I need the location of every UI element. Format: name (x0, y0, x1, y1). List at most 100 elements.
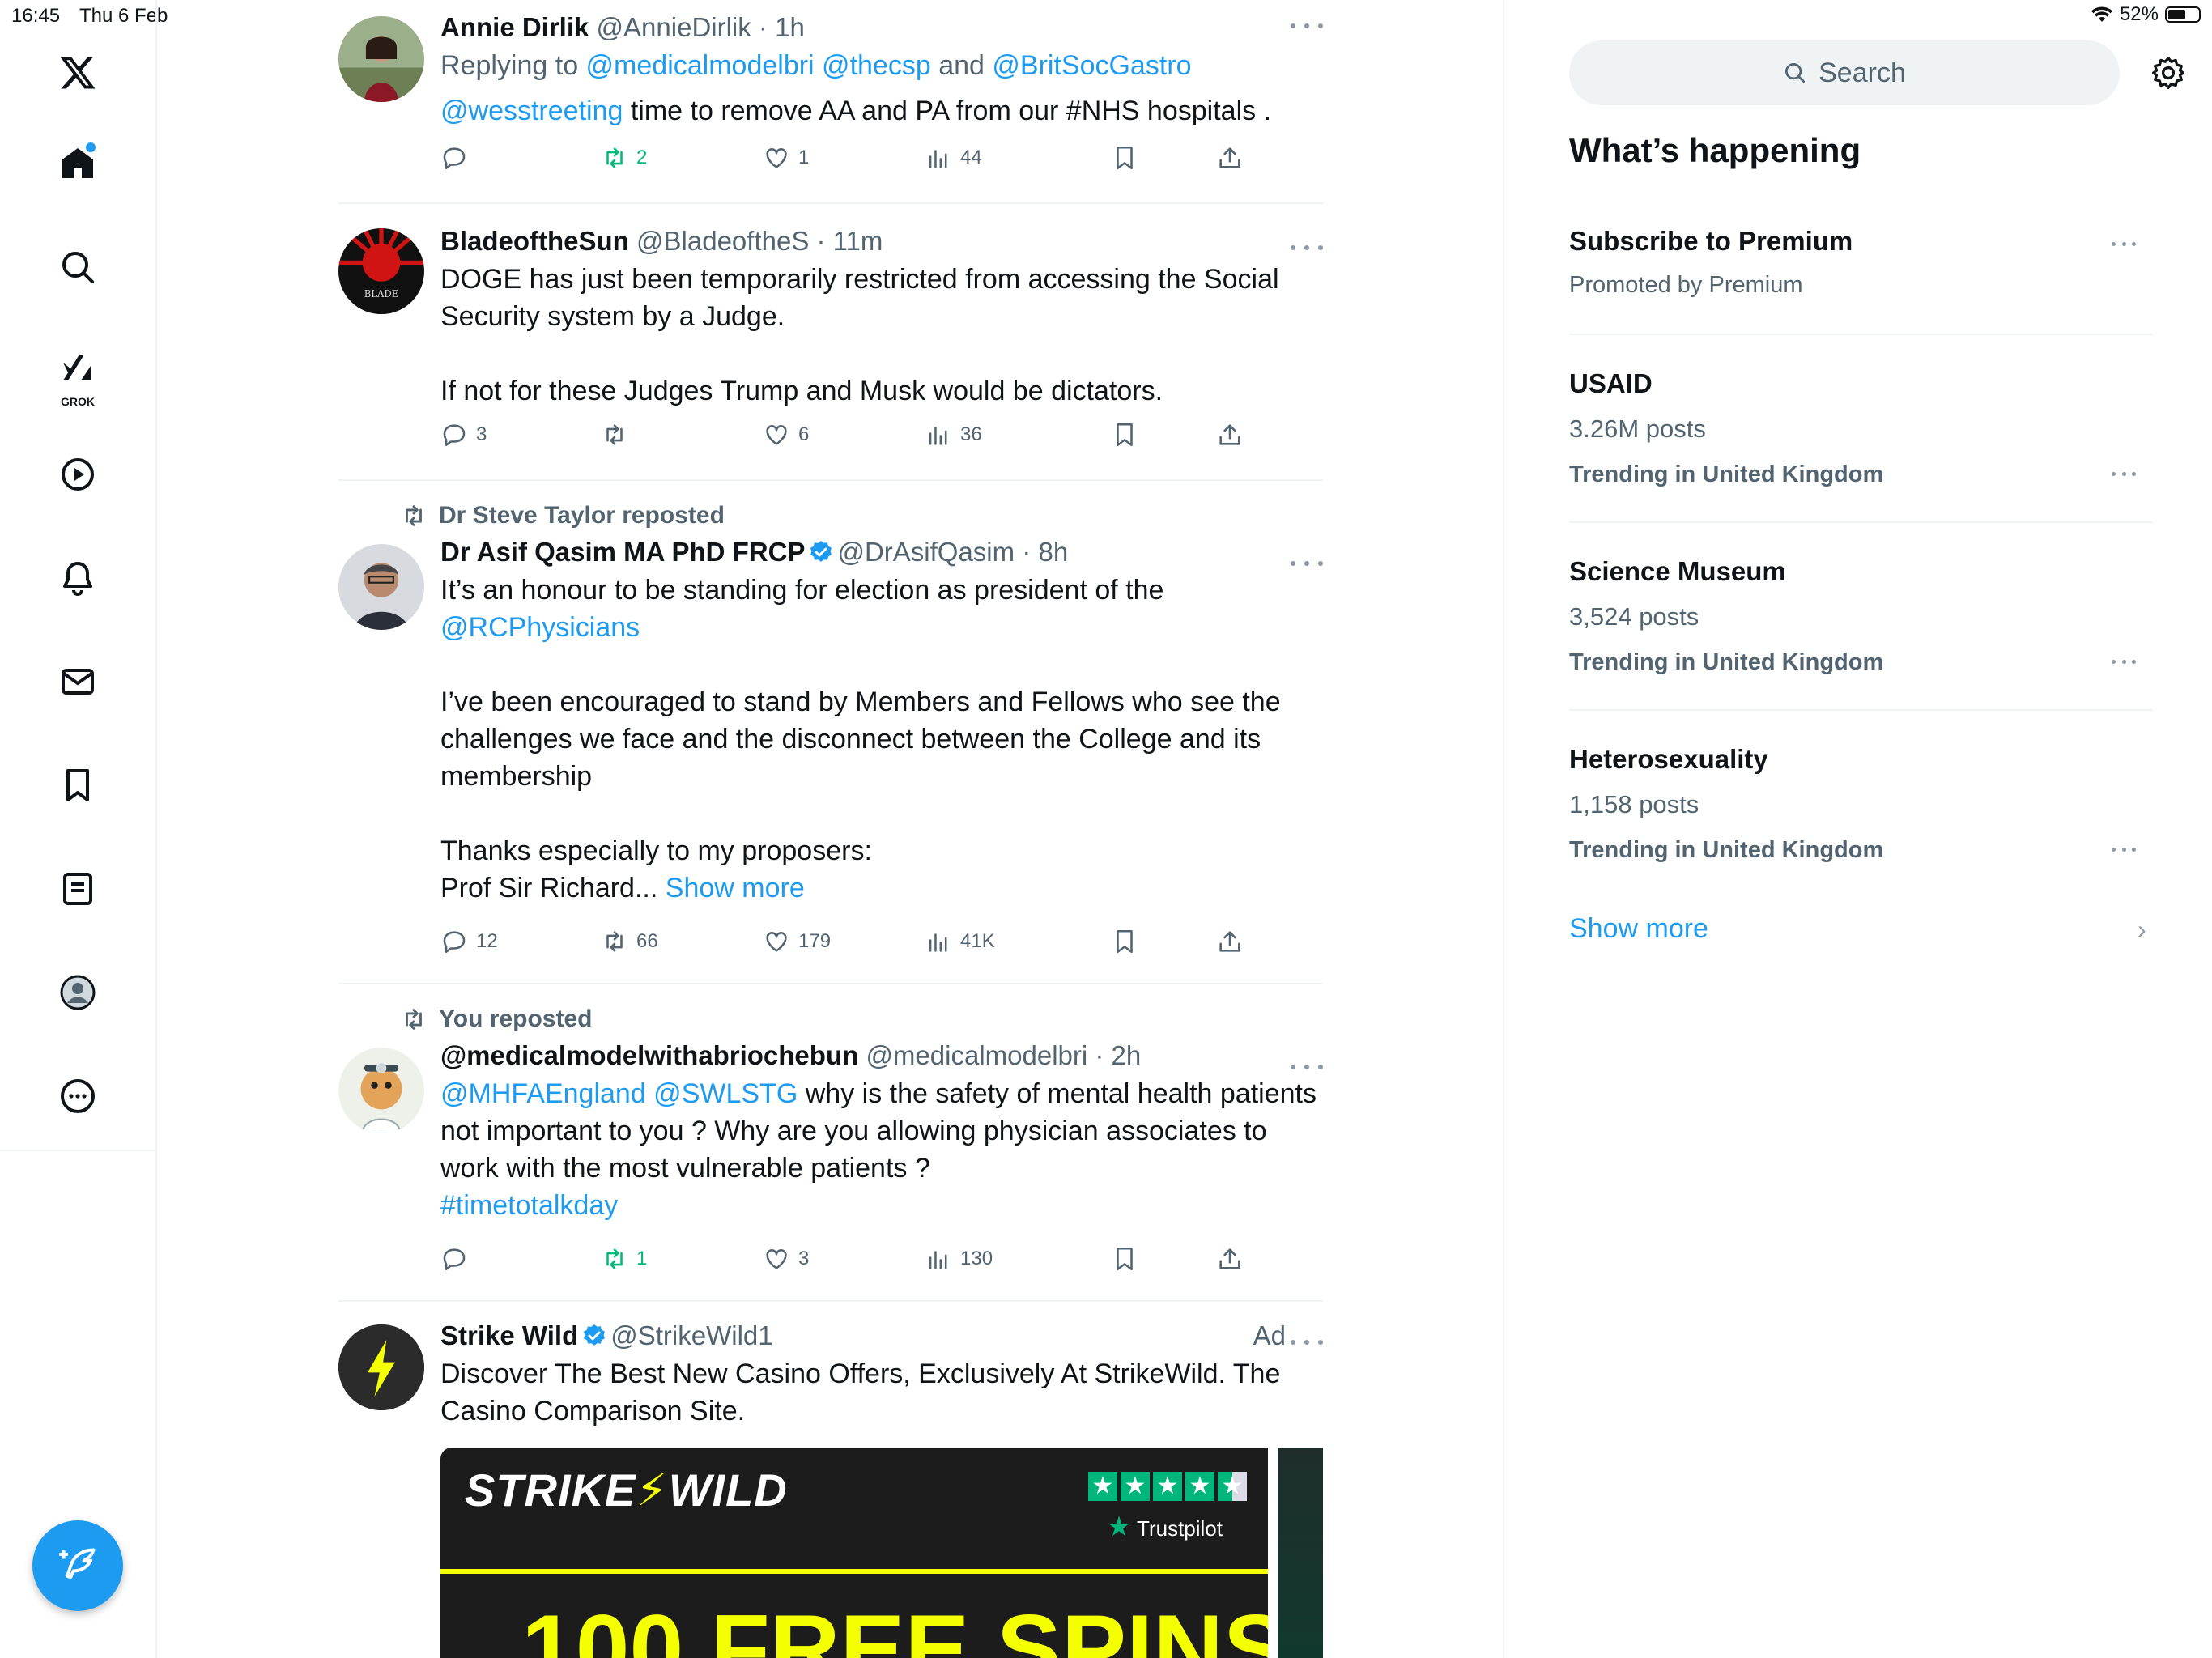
home-icon[interactable] (45, 131, 110, 196)
trend-item[interactable]: Heterosexuality 1,158 posts Trending in … (1569, 742, 2152, 868)
search-input[interactable]: Search (1569, 40, 2120, 105)
views-button[interactable]: 44 (925, 144, 982, 172)
views-icon (929, 933, 947, 952)
mention-link[interactable]: @wesstreeting (440, 96, 623, 126)
trend-more-icon[interactable] (2112, 468, 2136, 479)
mail-icon[interactable] (45, 649, 110, 714)
author-handle[interactable]: @StrikeWild1 (610, 1320, 772, 1350)
tweet-actions: 3 6 36 (440, 421, 1323, 461)
tweet[interactable]: BLADE BladeoftheSun @BladeoftheS · 11m D… (338, 204, 1323, 479)
reply-to-links[interactable]: @medicalmodelbri @thecsp (586, 50, 931, 81)
tweet-time: 8h (1038, 537, 1069, 567)
views-button[interactable]: 130 (925, 1245, 993, 1273)
avatar[interactable] (338, 1324, 424, 1410)
avatar[interactable] (338, 1048, 424, 1133)
compose-button[interactable] (32, 1520, 123, 1611)
more-options-icon[interactable] (1291, 555, 1323, 572)
lists-icon[interactable] (45, 857, 110, 921)
like-button[interactable]: 1 (763, 144, 809, 172)
reply-button[interactable]: 12 (440, 928, 498, 955)
trend-more-icon[interactable] (2112, 656, 2136, 667)
tweet-text: Prof Sir Richard... (440, 873, 658, 903)
reply-to-link[interactable]: @BritSocGastro (992, 50, 1191, 81)
bookmark-button[interactable] (1111, 144, 1138, 172)
heart-icon (766, 932, 787, 952)
more-options-icon[interactable] (1291, 1059, 1323, 1075)
more-options-icon[interactable] (1291, 1334, 1323, 1350)
bookmark-icon[interactable] (45, 753, 110, 818)
settings-gear-icon[interactable] (2144, 49, 2193, 97)
share-button[interactable] (1216, 421, 1244, 449)
more-options-icon[interactable] (1291, 240, 1323, 256)
mention-link[interactable]: @RCPhysicians (440, 609, 1323, 646)
tweet[interactable]: Annie Dirlik @AnnieDirlik · 1h Replying … (338, 0, 1323, 202)
share-button[interactable] (1216, 928, 1244, 955)
hashtag-link[interactable]: #timetotalkday (440, 1187, 1323, 1224)
search-icon[interactable] (45, 235, 110, 300)
author-name[interactable]: BladeoftheSun (440, 226, 629, 256)
avatar[interactable] (338, 544, 424, 630)
share-button[interactable] (1216, 144, 1244, 172)
repost-button[interactable] (601, 421, 628, 449)
bookmark-button[interactable] (1111, 421, 1138, 449)
trend-item[interactable]: Subscribe to Premium Promoted by Premium (1569, 223, 2152, 303)
heart-icon (766, 1249, 787, 1269)
repost-count: 2 (636, 147, 648, 168)
profile-icon[interactable] (45, 960, 110, 1025)
repost-button[interactable]: 2 (601, 144, 647, 172)
trend-item[interactable]: Science Museum 3,524 posts Trending in U… (1569, 554, 2152, 680)
author-name[interactable]: Strike Wild (440, 1320, 578, 1350)
reply-button[interactable] (440, 1245, 468, 1273)
share-icon (1219, 1248, 1240, 1269)
like-button[interactable]: 6 (763, 421, 809, 449)
author-handle[interactable]: @AnnieDirlik (597, 12, 751, 42)
video-icon[interactable] (45, 442, 110, 507)
tweet-header: Strike Wild @StrikeWild1 (440, 1318, 1323, 1354)
repost-icon (606, 1248, 623, 1269)
share-button[interactable] (1216, 1245, 1244, 1273)
bell-icon[interactable] (45, 546, 110, 610)
avatar[interactable] (338, 16, 424, 102)
reply-button[interactable]: 3 (440, 421, 487, 449)
show-more-link[interactable]: Show more (666, 873, 805, 903)
tweet[interactable]: You reposted @medicalmodelwithabriochebu… (338, 984, 1323, 1300)
svg-text:BLADE: BLADE (364, 288, 399, 300)
more-icon[interactable] (45, 1064, 110, 1129)
x-logo-icon[interactable] (45, 40, 110, 105)
author-handle[interactable]: @DrAsifQasim (837, 537, 1015, 567)
like-button[interactable]: 179 (763, 928, 831, 955)
trend-item[interactable]: USAID 3.26M posts Trending in United Kin… (1569, 366, 2152, 492)
views-button[interactable]: 36 (925, 421, 982, 449)
reply-icon (443, 147, 466, 170)
repost-button[interactable]: 66 (601, 928, 658, 955)
show-more-link[interactable]: Show more (1569, 913, 1708, 945)
more-options-icon[interactable] (1291, 18, 1323, 34)
reply-button[interactable] (440, 144, 468, 172)
trend-more-icon[interactable] (2112, 844, 2136, 855)
avatar[interactable]: BLADE (338, 228, 424, 314)
ad-image[interactable]: STRIKE⚡WILD ★ ★ ★ ★ ★ ★ Trustpilot 100 FREE … (440, 1448, 1268, 1658)
like-count: 1 (798, 147, 810, 168)
author-handle[interactable]: @medicalmodelbri (866, 1040, 1087, 1070)
bookmark-button[interactable] (1111, 1245, 1138, 1273)
author-name[interactable]: @medicalmodelwithabriochebun (440, 1040, 858, 1070)
author-name[interactable]: Annie Dirlik (440, 12, 589, 42)
tweet[interactable]: Dr Steve Taylor reposted Dr Asif Qasim M… (338, 481, 1323, 983)
reposted-by-label[interactable]: Dr Steve Taylor reposted (439, 502, 725, 529)
tweet-text: Discover The Best New Casino Offers, Exc… (440, 1358, 1281, 1426)
tweet-body: Annie Dirlik @AnnieDirlik · 1h Replying … (440, 10, 1323, 130)
repost-button[interactable]: 1 (601, 1245, 647, 1273)
like-button[interactable]: 3 (763, 1245, 809, 1273)
grok-icon[interactable]: GROK (45, 338, 110, 410)
trend-more-icon[interactable] (2112, 238, 2136, 249)
repost-count: 66 (636, 930, 658, 952)
author-name[interactable]: Dr Asif Qasim MA PhD FRCP (440, 537, 805, 567)
author-handle[interactable]: @BladeoftheS (636, 226, 809, 256)
reposted-by-label[interactable]: You reposted (439, 1005, 592, 1033)
mention-links[interactable]: @MHFAEngland @SWLSTG (440, 1078, 798, 1109)
trend-separator (1569, 334, 2152, 335)
views-button[interactable]: 41K (925, 928, 995, 955)
bookmark-button[interactable] (1111, 928, 1138, 955)
ad-image-next[interactable] (1278, 1448, 1323, 1658)
promoted-tweet[interactable]: Strike Wild @StrikeWild1 Discover The Bes… (338, 1302, 1323, 1658)
